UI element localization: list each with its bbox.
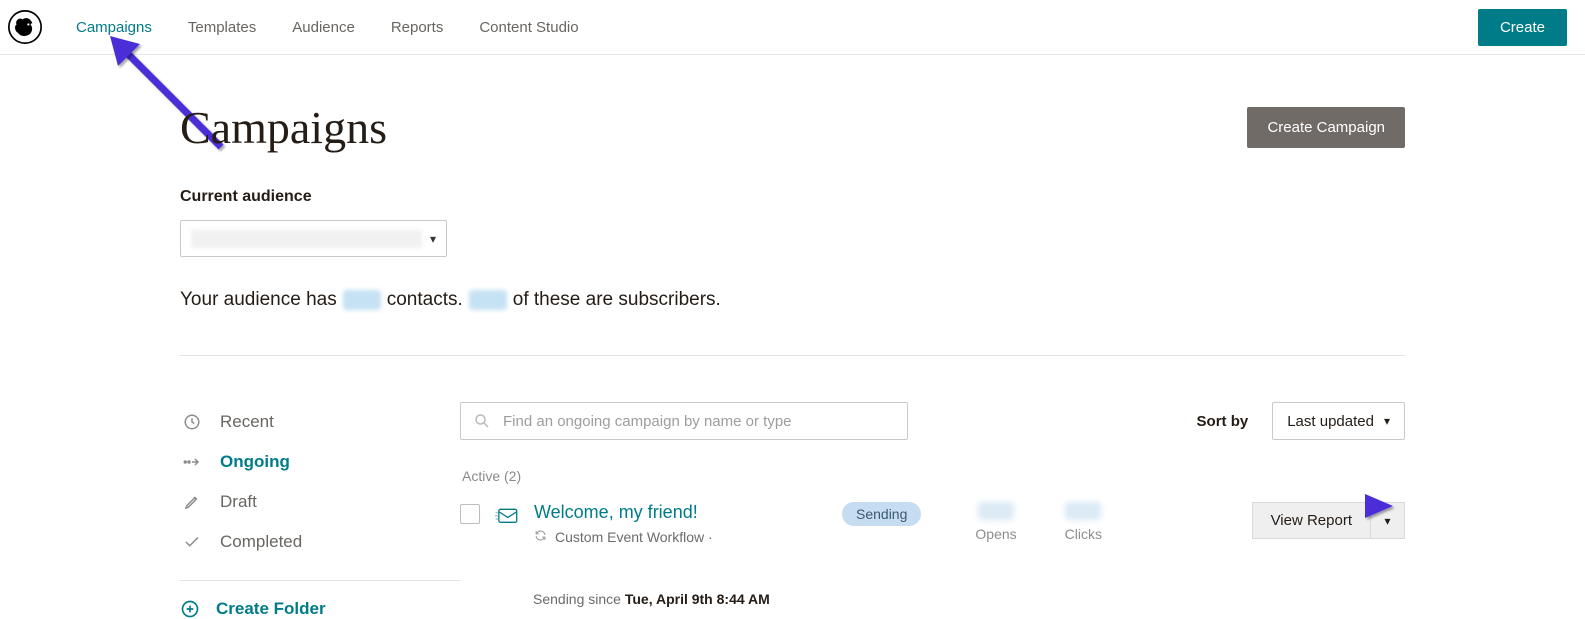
status-badge: Sending xyxy=(842,502,921,526)
opens-value-redacted xyxy=(978,502,1014,520)
nav-audience[interactable]: Audience xyxy=(292,19,355,36)
chevron-down-icon: ▾ xyxy=(430,232,436,246)
automation-envelope-icon xyxy=(494,502,520,533)
mailchimp-logo-icon[interactable] xyxy=(8,10,42,44)
cycle-icon xyxy=(534,529,547,545)
chevron-down-icon: ▾ xyxy=(1384,514,1390,528)
check-icon xyxy=(182,533,202,551)
subscribers-count-redacted xyxy=(469,290,507,310)
sort-select[interactable]: Last updated ▾ xyxy=(1272,402,1405,440)
sending-since-text: Sending since Tue, April 9th 8:44 AM xyxy=(533,591,1405,607)
clock-icon xyxy=(182,413,202,431)
create-campaign-button[interactable]: Create Campaign xyxy=(1247,107,1405,148)
sort-by-label: Sort by xyxy=(1197,413,1249,430)
sidebar-item-label: Recent xyxy=(220,412,274,432)
plus-circle-icon xyxy=(180,599,200,619)
nav-templates[interactable]: Templates xyxy=(188,19,256,36)
nav-campaigns[interactable]: Campaigns xyxy=(76,19,152,36)
opens-stat: Opens xyxy=(975,502,1016,542)
clicks-label: Clicks xyxy=(1065,526,1102,542)
sidebar-item-draft[interactable]: Draft xyxy=(180,482,460,522)
divider xyxy=(180,580,460,581)
audience-summary-text: of these are subscribers. xyxy=(513,289,721,311)
campaign-row: Welcome, my friend! Custom Event Workflo… xyxy=(460,502,1405,545)
campaign-subtitle: Custom Event Workflow · xyxy=(555,529,713,545)
campaign-list-panel: Sort by Last updated ▾ Active (2) xyxy=(460,402,1405,619)
view-report-dropdown[interactable]: ▾ xyxy=(1371,502,1405,539)
sidebar-item-completed[interactable]: Completed xyxy=(180,522,460,562)
sidebar-item-recent[interactable]: Recent xyxy=(180,402,460,442)
create-button[interactable]: Create xyxy=(1478,9,1567,46)
campaign-title-link[interactable]: Welcome, my friend! xyxy=(534,502,698,522)
nav-reports[interactable]: Reports xyxy=(391,19,444,36)
pencil-icon xyxy=(182,493,202,511)
active-section-heading: Active (2) xyxy=(462,468,1405,484)
audience-select[interactable]: ▾ xyxy=(180,220,447,257)
top-nav: Campaigns Templates Audience Reports Con… xyxy=(0,0,1585,55)
opens-label: Opens xyxy=(975,526,1016,542)
sidebar-item-label: Completed xyxy=(220,532,302,552)
divider xyxy=(180,355,1405,356)
audience-value-redacted xyxy=(191,230,422,248)
search-input[interactable] xyxy=(503,413,895,430)
contacts-count-redacted xyxy=(343,290,381,310)
audience-summary-text: Your audience has xyxy=(180,289,337,311)
search-field[interactable] xyxy=(460,402,908,440)
clicks-value-redacted xyxy=(1065,502,1101,520)
create-folder-label: Create Folder xyxy=(216,599,326,619)
primary-nav: Campaigns Templates Audience Reports Con… xyxy=(76,19,579,36)
search-icon xyxy=(473,412,491,430)
clicks-stat: Clicks xyxy=(1065,502,1102,542)
view-report-button[interactable]: View Report xyxy=(1252,502,1371,539)
campaign-filter-sidebar: Recent Ongoing Draft xyxy=(180,402,460,619)
sort-value: Last updated xyxy=(1287,413,1374,430)
arrow-dots-icon xyxy=(182,457,202,467)
nav-content-studio[interactable]: Content Studio xyxy=(479,19,578,36)
sidebar-item-ongoing[interactable]: Ongoing xyxy=(180,442,460,482)
chevron-down-icon: ▾ xyxy=(1384,414,1390,428)
audience-summary-text: contacts. xyxy=(387,289,463,311)
sidebar-item-label: Ongoing xyxy=(220,452,290,472)
audience-summary: Your audience has contacts. of these are… xyxy=(180,289,1405,311)
page-title: Campaigns xyxy=(180,101,387,154)
create-folder-button[interactable]: Create Folder xyxy=(180,599,460,619)
sidebar-item-label: Draft xyxy=(220,492,257,512)
current-audience-label: Current audience xyxy=(180,188,1405,206)
row-checkbox[interactable] xyxy=(460,504,480,524)
